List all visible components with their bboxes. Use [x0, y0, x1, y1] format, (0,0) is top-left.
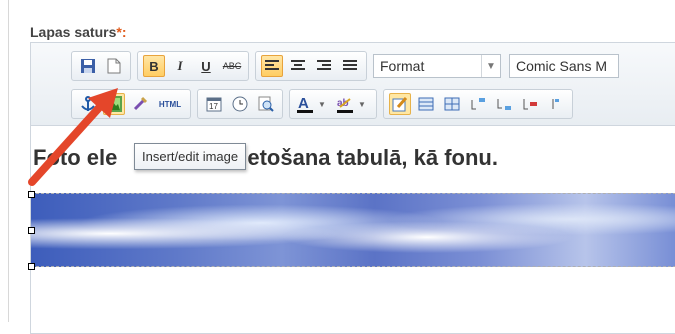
table-props-button[interactable] [441, 93, 463, 115]
brush-icon [133, 96, 148, 111]
heading-part-2: etošana tabulā, kā fonu. [247, 145, 498, 170]
strikethrough-button[interactable]: ABC [221, 55, 243, 77]
align-center-icon [291, 60, 305, 70]
table-props-icon [444, 97, 460, 111]
format-select[interactable]: Format ▼ [373, 54, 501, 78]
bold-button[interactable]: B [143, 55, 165, 77]
svg-text:▼: ▼ [358, 100, 366, 109]
justify-icon [343, 60, 357, 70]
page-icon [107, 58, 121, 74]
field-label-text: Lapas saturs [30, 24, 117, 40]
italic-glyph: I [177, 58, 183, 73]
align-group [255, 51, 367, 81]
selected-image[interactable] [28, 191, 675, 270]
insert-image-tooltip: Insert/edit image [134, 143, 247, 170]
insert-date-button[interactable]: 17 [203, 93, 225, 115]
insert-time-button[interactable] [229, 93, 251, 115]
delete-row-icon [523, 99, 537, 110]
resize-handle-bl[interactable] [28, 263, 35, 270]
svg-text:17: 17 [209, 102, 218, 111]
file-group [71, 51, 131, 81]
row-before-icon [471, 98, 485, 110]
align-left-icon [265, 60, 279, 70]
html-source-button[interactable]: HTML [155, 93, 185, 115]
delete-row-button[interactable] [519, 93, 541, 115]
preview-button[interactable] [255, 93, 277, 115]
bold-glyph: B [149, 58, 159, 74]
align-left-button[interactable] [261, 55, 283, 77]
new-page-button[interactable] [103, 55, 125, 77]
justify-button[interactable] [339, 55, 361, 77]
align-right-icon [317, 60, 331, 70]
toolbar-row-1: B I U ABC Format ▼ Comic Sans M [71, 51, 627, 81]
font-select-value: Comic Sans M [516, 58, 608, 74]
highlight-color-button[interactable]: ab▼ [335, 93, 371, 115]
strike-glyph: ABC [222, 61, 242, 71]
text-style-group: B I U ABC [137, 51, 249, 81]
toolbar-row-2: HTML 17 A▼ ab▼ [71, 89, 579, 119]
svg-text:▼: ▼ [318, 100, 326, 109]
resize-handle-tl[interactable] [28, 191, 35, 198]
save-icon [81, 59, 95, 73]
calendar-icon: 17 [206, 97, 222, 112]
col-button[interactable] [545, 93, 567, 115]
font-select[interactable]: Comic Sans M [509, 54, 619, 78]
text-color-button[interactable]: A ▼ [295, 93, 331, 115]
edit-icon [392, 97, 408, 112]
underline-button[interactable]: U [195, 55, 217, 77]
insert-row-before-button[interactable] [467, 93, 489, 115]
align-right-button[interactable] [313, 55, 335, 77]
format-select-value: Format [380, 58, 425, 74]
date-group: 17 [197, 89, 283, 119]
resize-handle-ml[interactable] [28, 227, 35, 234]
field-label: Lapas saturs*: [30, 24, 127, 40]
column-icon [552, 99, 559, 109]
highlight-icon: ab▼ [337, 98, 366, 113]
color-group: A▼ ab▼ [289, 89, 377, 119]
annotation-arrow-icon [28, 88, 118, 186]
row-after-icon [497, 99, 511, 110]
magnifier-icon [258, 96, 274, 112]
italic-button[interactable]: I [169, 55, 191, 77]
svg-text:A: A [298, 95, 309, 112]
save-button[interactable] [77, 55, 99, 77]
left-divider [8, 0, 9, 322]
align-center-button[interactable] [287, 55, 309, 77]
table-button[interactable] [415, 93, 437, 115]
clock-icon [232, 96, 248, 112]
required-mark: *: [116, 24, 127, 40]
underline-glyph: U [201, 58, 211, 74]
table-icon [418, 97, 434, 111]
table-group [383, 89, 573, 119]
edit-styles-button[interactable] [389, 93, 411, 115]
insert-row-after-button[interactable] [493, 93, 515, 115]
html-label: HTML [158, 99, 182, 109]
chevron-down-icon: ▼ [481, 55, 500, 77]
text-color-icon: A ▼ [297, 95, 326, 113]
cleanup-button[interactable] [129, 93, 151, 115]
